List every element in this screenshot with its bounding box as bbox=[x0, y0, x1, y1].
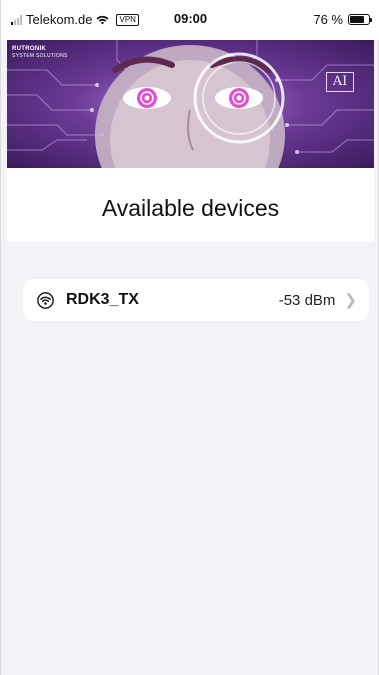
ai-badge: AI bbox=[326, 72, 354, 92]
battery-icon bbox=[348, 14, 372, 25]
device-list-item[interactable]: RDK3_TX -53 dBm ❯ bbox=[23, 279, 369, 321]
wireless-signal-icon bbox=[37, 291, 54, 309]
brand-name: RUTRONIK bbox=[12, 46, 47, 52]
battery-level-fill bbox=[350, 16, 364, 23]
device-signal-strength: -53 dBm bbox=[278, 291, 336, 309]
app-screen: Telekom.de VPN 09:00 76 % RUTRONIK SYSTE… bbox=[0, 0, 379, 675]
brand-logo: RUTRONIK SYSTEM SOLUTIONS bbox=[12, 46, 68, 60]
brand-tagline: SYSTEM SOLUTIONS bbox=[12, 53, 68, 59]
header-banner-image: RUTRONIK SYSTEM SOLUTIONS AI bbox=[7, 40, 374, 168]
chevron-right-icon: ❯ bbox=[344, 292, 357, 309]
status-right: 76 % bbox=[313, 12, 372, 27]
battery-percent: 76 % bbox=[313, 12, 343, 27]
status-bar: Telekom.de VPN 09:00 76 % bbox=[1, 0, 379, 40]
page-title: Available devices bbox=[101, 195, 280, 221]
device-name: RDK3_TX bbox=[66, 291, 139, 308]
title-section: Available devices bbox=[7, 168, 374, 242]
